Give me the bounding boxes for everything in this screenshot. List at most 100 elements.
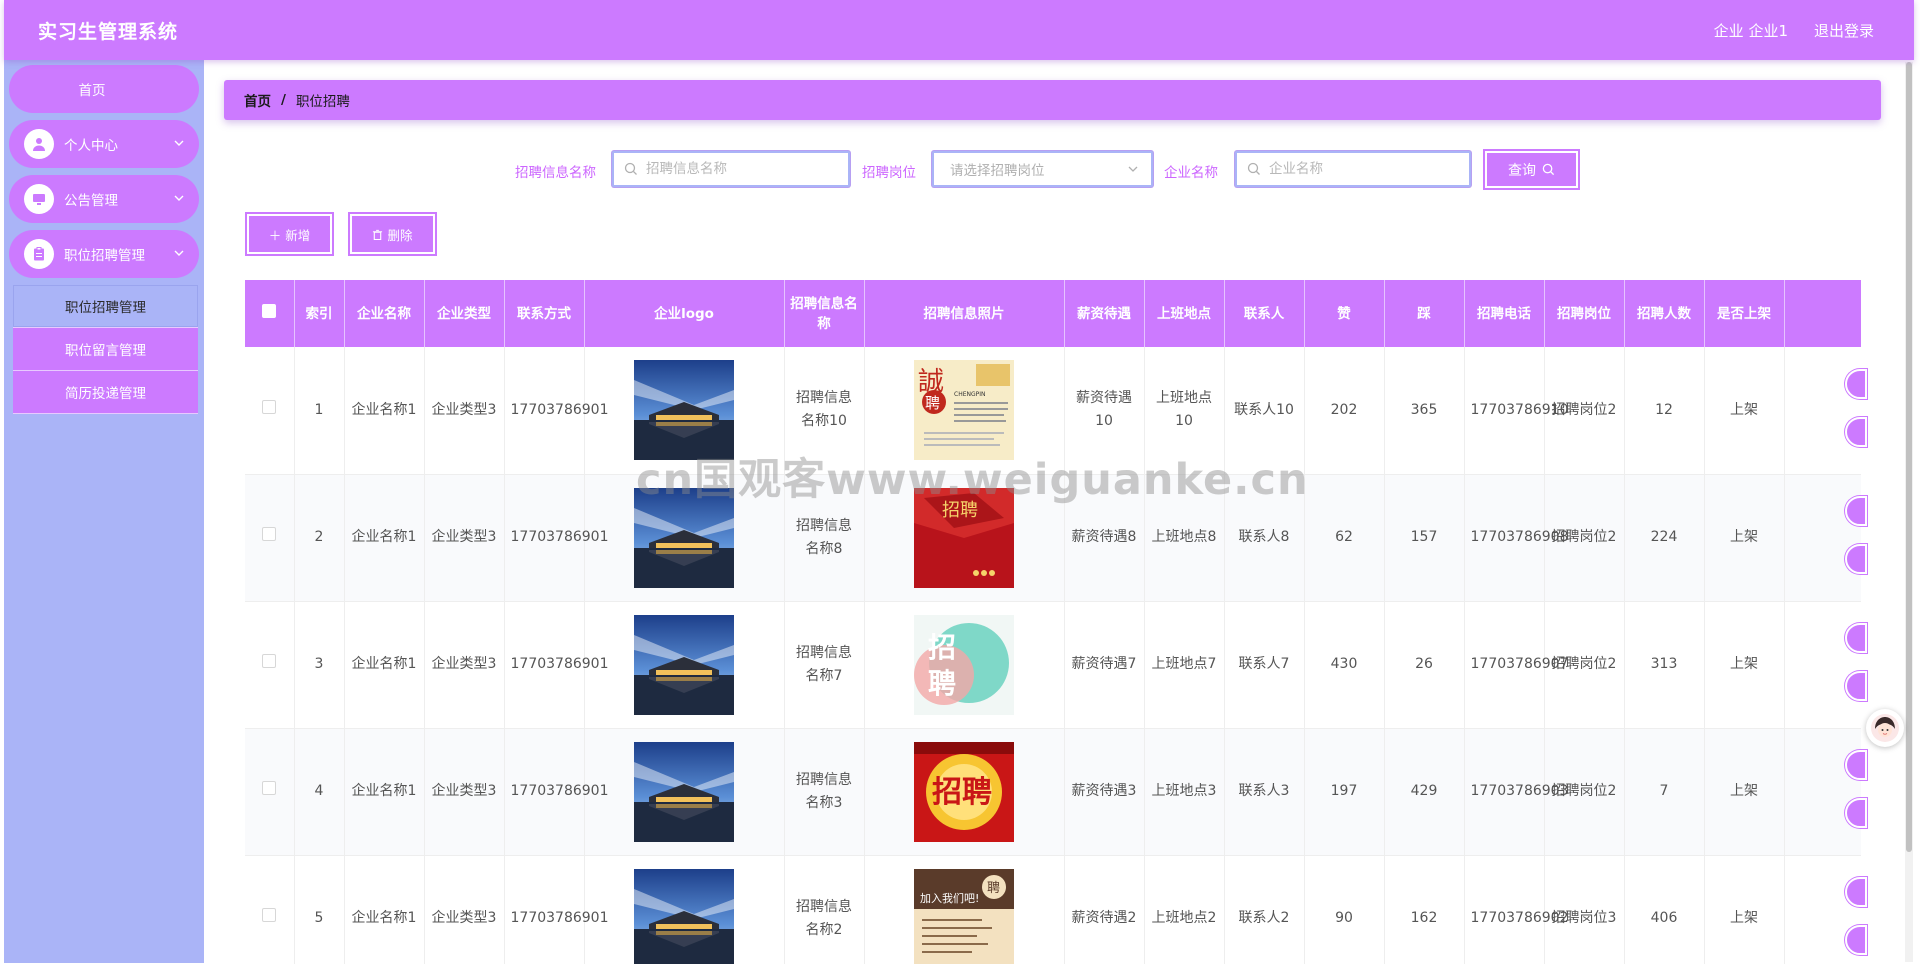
svg-text:招聘: 招聘 <box>932 775 992 810</box>
cell-like: 90 <box>1304 855 1385 964</box>
cell-index: 5 <box>294 855 345 964</box>
search-name-input[interactable] <box>646 161 848 177</box>
cell-company: 企业名称1 <box>344 601 425 729</box>
cell-status: 上架 <box>1704 347 1785 475</box>
row-delete-button[interactable] <box>1845 417 1867 447</box>
row-checkbox[interactable] <box>262 908 277 922</box>
cell-post: 招聘岗位2 <box>1544 474 1625 602</box>
row-checkbox[interactable] <box>262 781 277 795</box>
scrollbar-thumb[interactable] <box>1906 62 1912 852</box>
column-header: 踩 <box>1384 280 1465 347</box>
query-button[interactable]: 查询 <box>1485 151 1578 188</box>
cell-operations <box>1784 347 1861 475</box>
cell-index: 4 <box>294 728 345 856</box>
submenu-item-job-recruitment[interactable]: 职位招聘管理 <box>13 285 198 328</box>
cell-logo <box>584 855 785 964</box>
cell-dislike: 365 <box>1384 347 1465 475</box>
breadcrumb-home[interactable]: 首页 <box>244 90 271 110</box>
cell-hire_phone: 17703786907 <box>1464 601 1568 729</box>
recruit-poster-image: 聘加入我们吧! <box>914 868 1014 964</box>
column-header: 薪资待遇 <box>1064 280 1145 347</box>
clipboard-icon <box>24 239 54 269</box>
row-checkbox[interactable] <box>262 527 277 541</box>
watermark: cn国观客www.weiguanke.cn <box>636 455 1309 505</box>
company-logo-image <box>634 614 734 715</box>
sidebar-item-label: 公告管理 <box>64 193 118 209</box>
search-post-select[interactable]: 请选择招聘岗位 <box>932 151 1153 187</box>
column-header: 招聘电话 <box>1464 280 1545 347</box>
submenu-item-resume-delivery[interactable]: 简历投递管理 <box>13 371 198 414</box>
delete-button-label: 删除 <box>387 227 413 243</box>
row-checkbox[interactable] <box>262 654 277 668</box>
svg-text:聘: 聘 <box>928 667 956 700</box>
sidebar-item-recruitment[interactable]: 职位招聘管理 <box>9 230 199 278</box>
cell-type: 企业类型3 <box>424 855 505 964</box>
cell-type: 企业类型3 <box>424 474 505 602</box>
row-edit-button[interactable] <box>1845 369 1867 399</box>
assistant-avatar[interactable] <box>1866 709 1904 747</box>
query-button-label: 查询 <box>1508 162 1536 179</box>
select-all-checkbox[interactable] <box>262 303 277 318</box>
add-button[interactable]: ＋ 新增 <box>247 214 332 254</box>
cell-like: 202 <box>1304 347 1385 475</box>
breadcrumb: 首页 / 职位招聘 <box>224 80 1881 120</box>
column-header: 招聘岗位 <box>1544 280 1625 347</box>
app-title: 实习生管理系统 <box>38 20 179 43</box>
column-header: 招聘信息名称 <box>784 280 865 347</box>
submenu-item-job-messages[interactable]: 职位留言管理 <box>13 328 198 371</box>
search-icon <box>624 162 637 175</box>
cell-poster: 招聘 <box>864 601 1065 729</box>
svg-text:聘: 聘 <box>987 881 1000 896</box>
search-icon <box>1542 163 1555 176</box>
search-bar: 招聘信息名称 招聘岗位 请选择招聘岗位 企业名称 查询 <box>0 151 1920 189</box>
row-edit-button[interactable] <box>1845 496 1867 526</box>
cell-info_name: 招聘信息名称2 <box>784 855 865 964</box>
delete-button[interactable]: 删除 <box>350 214 435 254</box>
company-logo-image <box>634 868 734 964</box>
sidebar: 首页 个人中心 公告管理 职位招聘管理 职位招聘管理 职位留言管理 简历投递管理 <box>4 60 204 963</box>
cell-company: 企业名称1 <box>344 855 425 964</box>
recruitment-table: 索引 企业名称 企业类型 联系方式 企业logo 招聘信息名称 招聘信息照片 薪… <box>245 280 1861 964</box>
row-delete-button[interactable] <box>1845 925 1867 955</box>
table-row[interactable]: 5 企业名称1 企业类型3 17703786901 招聘信息名称2 聘加入我们吧! 薪资待遇… <box>245 855 1861 964</box>
cell-dislike: 162 <box>1384 855 1465 964</box>
search-post-placeholder: 请选择招聘岗位 <box>950 163 1045 179</box>
row-edit-button[interactable] <box>1845 623 1867 653</box>
table-row[interactable]: 3 企业名称1 企业类型3 17703786901 招聘信息名称7 招聘薪资待遇7 上班地点… <box>245 601 1861 729</box>
search-company-input[interactable] <box>1269 161 1469 177</box>
column-header: 是否上架 <box>1704 280 1785 347</box>
row-delete-button[interactable] <box>1845 544 1867 574</box>
search-company-field[interactable] <box>1235 151 1471 187</box>
cell-post: 招聘岗位2 <box>1544 347 1625 475</box>
cell-hire_phone: 17703786910 <box>1464 347 1568 475</box>
trash-icon <box>373 229 383 240</box>
row-edit-button[interactable] <box>1845 877 1867 907</box>
add-button-label: 新增 <box>285 227 311 243</box>
search-name-label: 招聘信息名称 <box>515 165 596 181</box>
column-header: 联系方式 <box>504 280 585 347</box>
cell-info_name: 招聘信息名称3 <box>784 728 865 856</box>
cell-operations <box>1784 728 1861 856</box>
cell-location: 上班地点3 <box>1144 728 1225 856</box>
svg-text:招: 招 <box>928 631 956 664</box>
current-user[interactable]: 企业 企业1 <box>1714 20 1788 41</box>
chevron-down-icon <box>174 140 184 146</box>
table-row[interactable]: 4 企业名称1 企业类型3 17703786901 招聘信息名称3 招聘 薪资待遇3 上班地点… <box>245 728 1861 856</box>
row-edit-button[interactable] <box>1845 750 1867 780</box>
cell-operations <box>1784 474 1861 602</box>
column-header: 索引 <box>294 280 345 347</box>
row-checkbox[interactable] <box>262 399 277 414</box>
cell-count: 224 <box>1624 474 1705 602</box>
sidebar-item-home[interactable]: 首页 <box>9 65 199 113</box>
chevron-down-icon <box>174 195 184 201</box>
sidebar-item-label: 首页 <box>78 83 106 99</box>
row-delete-button[interactable] <box>1845 798 1867 828</box>
column-header: 企业logo <box>584 280 785 347</box>
search-icon <box>1247 162 1260 175</box>
column-header: 上班地点 <box>1144 280 1225 347</box>
row-delete-button[interactable] <box>1845 671 1867 701</box>
column-header: 联系人 <box>1224 280 1305 347</box>
search-name-field[interactable] <box>612 151 850 187</box>
logout-button[interactable]: 退出登录 <box>1814 20 1874 41</box>
cell-like: 62 <box>1304 474 1385 602</box>
